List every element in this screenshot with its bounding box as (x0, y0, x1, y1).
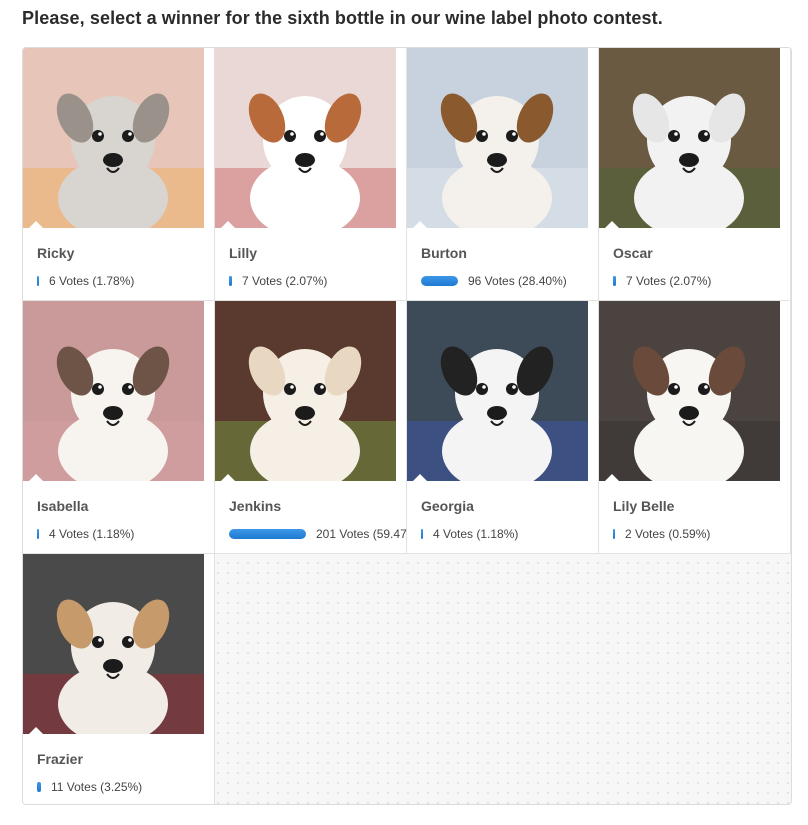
vote-count: 201 Votes (59.47%) (316, 527, 422, 541)
dog-photo[interactable] (215, 48, 396, 228)
vote-result: 2 Votes (0.59%) (613, 527, 710, 541)
option-name: Frazier (37, 751, 83, 767)
vote-progress-bar (229, 276, 232, 286)
poll-option-card[interactable]: Jenkins 201 Votes (59.47%) (215, 301, 421, 554)
vote-count: 2 Votes (0.59%) (625, 527, 711, 541)
dog-photo[interactable] (23, 554, 204, 734)
dog-photo[interactable] (215, 301, 396, 481)
photo-caption-pointer (29, 727, 43, 734)
vote-progress-bar (229, 529, 306, 539)
poll-option-card[interactable]: Lilly 7 Votes (2.07%) (215, 48, 407, 301)
poll-option-card[interactable]: Frazier 11 Votes (3.25%) (23, 554, 215, 804)
dog-photo[interactable] (599, 301, 780, 481)
vote-progress-bar (613, 529, 615, 539)
photo-caption-pointer (221, 221, 235, 228)
poll-option-card[interactable]: Georgia 4 Votes (1.18%) (407, 301, 599, 554)
vote-progress-bar (37, 782, 41, 792)
photo-caption-pointer (221, 474, 235, 481)
option-name: Jenkins (229, 498, 282, 514)
photo-caption-pointer (29, 474, 43, 481)
vote-count: 6 Votes (1.78%) (49, 274, 135, 288)
dog-photo[interactable] (599, 48, 780, 228)
poll-option-card[interactable]: Oscar 7 Votes (2.07%) (599, 48, 791, 301)
option-name: Oscar (613, 245, 653, 261)
option-name: Burton (421, 245, 467, 261)
poll-container: Ricky 6 Votes (1.78%) Lilly 7 Votes (2.07%)… (22, 47, 792, 805)
vote-count: 4 Votes (1.18%) (49, 527, 135, 541)
option-name: Lilly (229, 245, 258, 261)
poll-option-card[interactable]: Burton 96 Votes (28.40%) (407, 48, 599, 301)
vote-count: 11 Votes (3.25%) (51, 780, 143, 794)
vote-progress-bar (37, 529, 39, 539)
option-name: Isabella (37, 498, 89, 514)
photo-caption-pointer (413, 474, 427, 481)
dog-photo[interactable] (407, 48, 588, 228)
photo-caption-pointer (29, 221, 43, 228)
dog-photo[interactable] (407, 301, 588, 481)
poll-question: Please, select a winner for the sixth bo… (22, 8, 663, 28)
dog-photo[interactable] (23, 301, 204, 481)
vote-result: 11 Votes (3.25%) (37, 780, 142, 794)
dog-photo[interactable] (23, 48, 204, 228)
vote-progress-bar (37, 276, 39, 286)
photo-caption-pointer (605, 221, 619, 228)
vote-progress-bar (421, 529, 423, 539)
vote-result: 6 Votes (1.78%) (37, 274, 134, 288)
vote-progress-bar (421, 276, 458, 286)
vote-result: 4 Votes (1.18%) (421, 527, 518, 541)
vote-count: 7 Votes (2.07%) (242, 274, 328, 288)
vote-count: 96 Votes (28.40%) (468, 274, 567, 288)
vote-count: 7 Votes (2.07%) (626, 274, 712, 288)
vote-result: 7 Votes (2.07%) (613, 274, 711, 288)
option-name: Lily Belle (613, 498, 675, 514)
photo-caption-pointer (605, 474, 619, 481)
poll-options-grid: Ricky 6 Votes (1.78%) Lilly 7 Votes (2.07%)… (23, 48, 791, 804)
photo-caption-pointer (413, 221, 427, 228)
vote-result: 7 Votes (2.07%) (229, 274, 327, 288)
poll-option-card[interactable]: Isabella 4 Votes (1.18%) (23, 301, 215, 554)
poll-option-card[interactable]: Ricky 6 Votes (1.78%) (23, 48, 215, 301)
vote-count: 4 Votes (1.18%) (433, 527, 519, 541)
vote-progress-bar (613, 276, 616, 286)
vote-result: 4 Votes (1.18%) (37, 527, 134, 541)
poll-option-card[interactable]: Lily Belle 2 Votes (0.59%) (599, 301, 791, 554)
option-name: Georgia (421, 498, 474, 514)
vote-result: 96 Votes (28.40%) (421, 274, 567, 288)
option-name: Ricky (37, 245, 75, 261)
vote-result: 201 Votes (59.47%) (229, 527, 421, 541)
